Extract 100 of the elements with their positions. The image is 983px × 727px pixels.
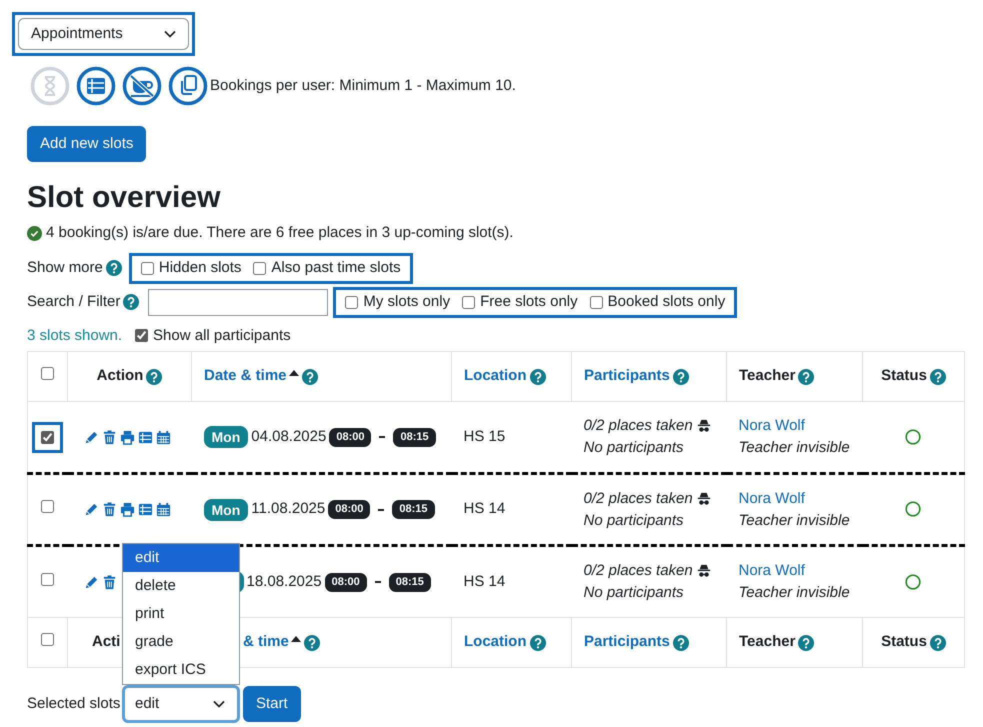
help-icon[interactable] — [798, 634, 814, 650]
location-cell: HS 14 — [452, 474, 572, 546]
calendar-icon[interactable] — [156, 430, 170, 444]
help-icon[interactable] — [302, 368, 318, 384]
column-sort-link[interactable]: & time — [243, 631, 289, 654]
participants-text: No participants — [584, 438, 685, 458]
participants-text: No participants — [584, 583, 685, 603]
end-time: 08:15 — [388, 572, 431, 592]
list-icon[interactable] — [138, 430, 152, 444]
select-all-checkbox[interactable] — [41, 633, 54, 646]
help-icon[interactable] — [930, 634, 946, 650]
checkbox-label: My slots only — [363, 292, 450, 312]
checkbox-label: Booked slots only — [608, 292, 726, 312]
column-sort-link[interactable]: Date & time — [204, 365, 287, 388]
help-icon[interactable] — [672, 368, 689, 384]
time-dash — [378, 508, 384, 510]
menu-option[interactable]: edit — [123, 544, 239, 572]
teacher-link[interactable]: Nora Wolf — [738, 415, 862, 437]
printer-icon[interactable] — [120, 502, 134, 517]
column-header: Acti — [92, 632, 120, 652]
day-badge: Mon — [204, 426, 248, 448]
start-button[interactable]: Start — [243, 686, 301, 722]
row-checkbox[interactable] — [41, 500, 54, 514]
checkbox-label: Free slots only — [480, 292, 578, 312]
menu-option[interactable]: delete — [123, 572, 239, 600]
list-icon[interactable] — [76, 66, 116, 106]
trash-icon[interactable] — [102, 430, 116, 444]
row-checkbox[interactable] — [41, 572, 54, 586]
column-header: Status — [881, 366, 927, 386]
menu-option[interactable]: export ICS — [123, 656, 239, 684]
no-cup-icon[interactable] — [122, 66, 162, 106]
calendar-icon[interactable] — [156, 502, 170, 517]
teacher-note: Teacher invisible — [738, 583, 851, 603]
copy-icon[interactable] — [168, 66, 208, 106]
help-icon[interactable] — [146, 368, 162, 384]
start-time: 08:00 — [324, 572, 367, 592]
column-header: Teacher — [739, 632, 796, 652]
bookings-info: Bookings per user: Minimum 1 - Maximum 10. — [210, 76, 516, 96]
teacher-link[interactable]: Nora Wolf — [738, 560, 862, 582]
help-icon[interactable] — [106, 260, 122, 276]
checkbox[interactable] — [462, 296, 476, 308]
checkbox-label: Hidden slots — [158, 258, 242, 278]
menu-option[interactable]: grade — [123, 628, 239, 656]
teacher-note: Teacher invisible — [738, 510, 851, 530]
pencil-icon[interactable] — [84, 574, 98, 590]
time-dash — [379, 436, 386, 438]
summary-text: 4 booking(s) is/are due. There are 6 free places in 3 up-coming slot(s). — [46, 223, 514, 243]
field-label: Search / Filter — [27, 292, 120, 312]
help-icon[interactable] — [530, 634, 546, 650]
help-icon[interactable] — [304, 634, 320, 650]
incognito-icon — [696, 492, 711, 506]
trash-icon[interactable] — [102, 502, 116, 517]
checkbox-label: Also past time slots — [271, 258, 401, 278]
field-label: Selected slots — [27, 694, 122, 714]
day-badge: Mon — [204, 498, 248, 520]
trash-icon[interactable] — [102, 574, 116, 590]
checkbox[interactable] — [345, 296, 358, 308]
help-icon[interactable] — [798, 368, 814, 384]
start-time: 08:00 — [328, 500, 370, 519]
places-text: 0/2 places taken — [584, 416, 693, 436]
activity-select[interactable]: Appointments — [18, 18, 189, 50]
checkbox-label: Show all participants — [153, 326, 291, 346]
incognito-icon — [696, 419, 711, 433]
select-all-checkbox[interactable] — [41, 367, 54, 380]
action-select[interactable]: edit — [122, 685, 240, 723]
search-field[interactable] — [148, 288, 328, 316]
time-dash — [374, 581, 381, 583]
places-text: 0/2 places taken — [584, 561, 693, 581]
checkbox[interactable] — [253, 262, 266, 274]
help-icon[interactable] — [672, 634, 689, 650]
list-icon[interactable] — [138, 502, 152, 517]
location-cell: HS 15 — [452, 402, 572, 474]
add-slots-button[interactable]: Add new slots — [27, 126, 146, 162]
participants-text: No participants — [584, 510, 685, 530]
teacher-link[interactable]: Nora Wolf — [738, 488, 862, 510]
help-icon[interactable] — [930, 368, 946, 384]
column-header: Teacher — [739, 366, 796, 386]
check-circle-icon — [27, 226, 42, 241]
end-time: 08:15 — [393, 428, 436, 446]
column-header: Status — [881, 632, 927, 652]
end-time: 08:15 — [392, 500, 435, 519]
teacher-note: Teacher invisible — [738, 438, 851, 458]
pencil-icon[interactable] — [84, 502, 98, 517]
checkbox[interactable] — [135, 329, 148, 342]
checkbox[interactable] — [140, 262, 154, 274]
pencil-icon[interactable] — [84, 430, 98, 444]
date-text: 04.08.2025 — [251, 426, 326, 447]
date-text: 18.08.2025 — [246, 572, 322, 592]
printer-icon[interactable] — [120, 430, 134, 444]
row-checkbox[interactable] — [41, 430, 54, 444]
help-icon[interactable] — [123, 294, 140, 310]
checkbox[interactable] — [590, 296, 603, 308]
menu-option[interactable]: print — [123, 600, 239, 628]
column-header: Action — [96, 366, 144, 386]
help-icon[interactable] — [530, 368, 546, 384]
incognito-icon — [696, 564, 711, 578]
date-text: 11.08.2025 — [251, 499, 326, 520]
places-text: 0/2 places taken — [584, 488, 693, 508]
chevron-down-icon — [164, 30, 176, 38]
page-heading: Slot overview — [27, 180, 222, 216]
